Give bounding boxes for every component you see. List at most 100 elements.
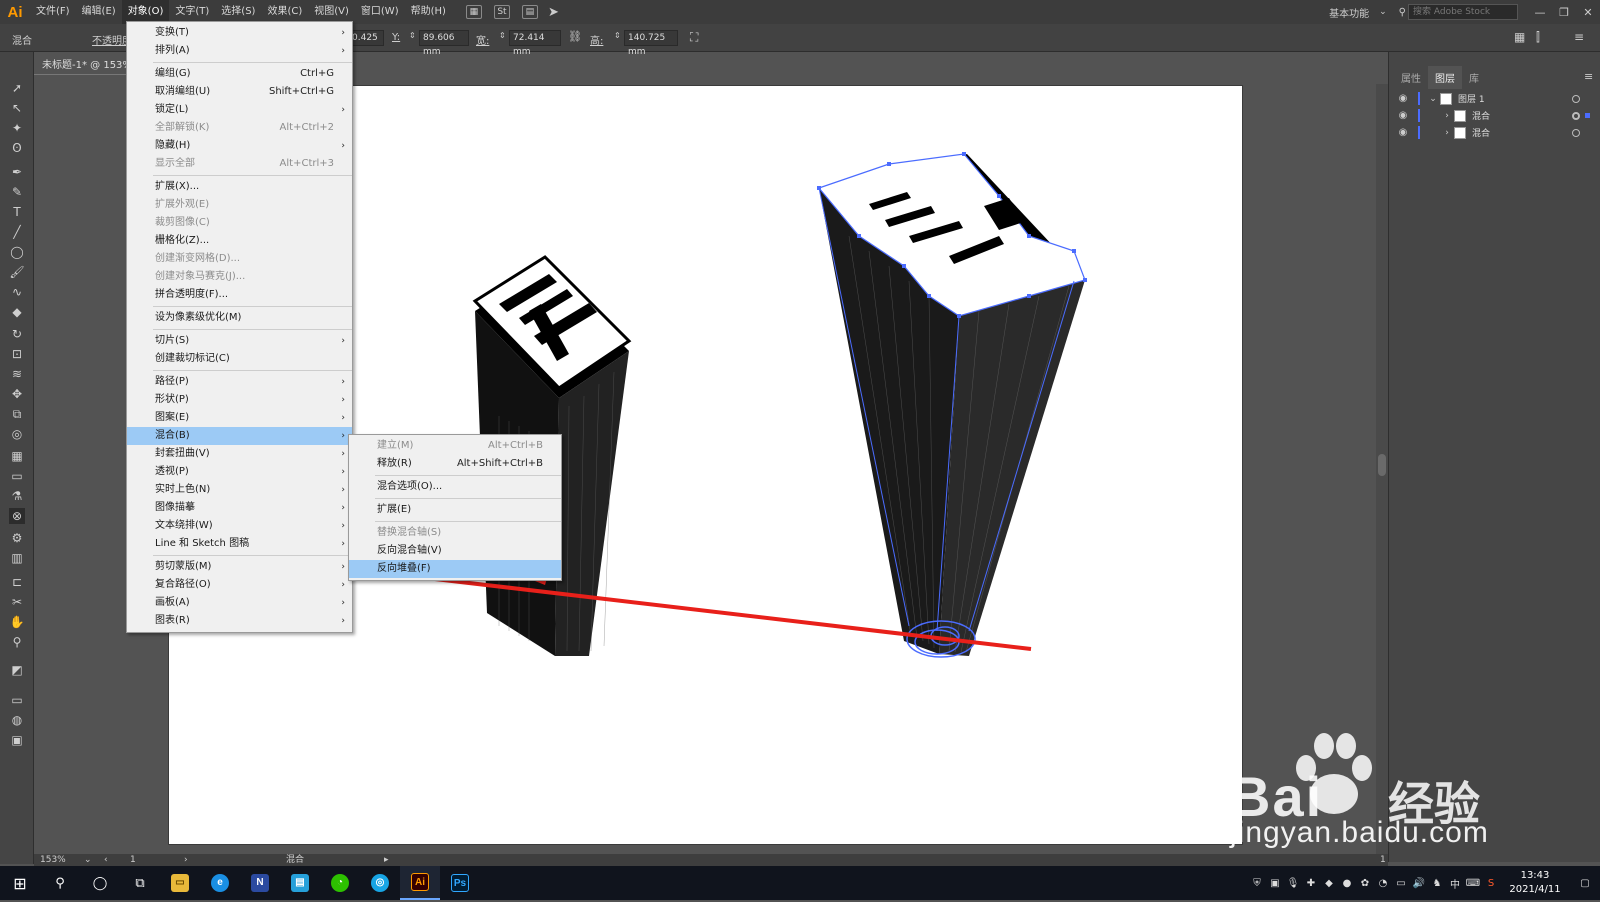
visibility-eye-icon[interactable]: ◉: [1394, 93, 1412, 104]
layer-name[interactable]: 混合: [1472, 109, 1490, 122]
blend-object-right[interactable]: [817, 152, 1087, 658]
puppet-warp-tool-icon[interactable]: ✥: [9, 386, 25, 402]
chevron-down-icon[interactable]: ⌄: [1379, 7, 1387, 17]
selection-tool-icon[interactable]: ➚: [9, 80, 25, 96]
layer-row[interactable]: ◉ ⌄ 图层 1: [1394, 90, 1594, 107]
line-tool-icon[interactable]: ╱: [9, 224, 25, 240]
menu-item[interactable]: 封套扭曲(V) ›: [127, 445, 352, 463]
taskbar-app-6[interactable]: ◎: [360, 866, 400, 900]
tab-layers[interactable]: 图层: [1428, 66, 1462, 89]
gradient-tool-icon[interactable]: ▭: [9, 468, 25, 484]
ellipse-tool-icon[interactable]: ◯: [9, 244, 25, 260]
h-stepper-icon[interactable]: ⇕: [614, 31, 621, 40]
drawing-mode-icon[interactable]: ◍: [9, 712, 25, 728]
chevron-right-icon[interactable]: ›: [1440, 111, 1454, 121]
paintbrush-tool-icon[interactable]: 🖌: [9, 264, 25, 280]
cortana-button[interactable]: ◯: [80, 866, 120, 900]
search-button[interactable]: ⚲: [40, 866, 80, 900]
taskbar-app-3[interactable]: N: [240, 866, 280, 900]
menu-item[interactable]: 剪切蒙版(M) ›: [127, 558, 352, 576]
layer-name[interactable]: 混合: [1472, 126, 1490, 139]
zoom-tool-icon[interactable]: ⚲: [9, 634, 25, 650]
bridge-icon[interactable]: ▦: [465, 5, 482, 19]
artboard-tool-icon[interactable]: ⊏: [9, 574, 25, 590]
visibility-eye-icon[interactable]: ◉: [1394, 127, 1412, 138]
rotate-tool-icon[interactable]: ↻: [9, 326, 25, 342]
target-circle-icon[interactable]: [1572, 128, 1580, 137]
status-menu-icon[interactable]: ▸: [384, 854, 389, 866]
slice-tool-icon[interactable]: ✂: [9, 594, 25, 610]
tray-app-icon[interactable]: ✚: [1302, 878, 1320, 889]
link-proportions-icon[interactable]: ⛓: [568, 30, 582, 43]
document-tab[interactable]: 未标题-1* @ 153%: [34, 57, 132, 75]
eyedropper-tool-icon[interactable]: ⚗: [9, 488, 25, 504]
stock-search-input[interactable]: 搜索 Adobe Stock: [1408, 4, 1518, 20]
menu-item[interactable]: 隐藏(H) ›: [127, 137, 352, 155]
menu-item[interactable]: 文本绕排(W) ›: [127, 517, 352, 535]
transform-icon[interactable]: ⛶: [690, 30, 698, 45]
menu-item[interactable]: 编组(G) Ctrl+G: [127, 65, 352, 83]
menu-item[interactable]: 复合路径(O) ›: [127, 576, 352, 594]
menu-edit[interactable]: 编辑(E): [76, 0, 122, 24]
artboard-next-icon[interactable]: ›: [184, 854, 188, 866]
zoom-level[interactable]: 153%: [40, 854, 66, 866]
menu-item[interactable]: 图像描摹 ›: [127, 499, 352, 517]
selection-indicator-icon[interactable]: [1585, 113, 1590, 118]
menu-item[interactable]: 设为像素级优化(M): [127, 309, 352, 327]
microphone-icon[interactable]: 🎙: [1284, 878, 1302, 889]
scale-tool-icon[interactable]: ⊡: [9, 346, 25, 362]
layer-row[interactable]: ◉ › 混合: [1394, 124, 1594, 141]
type-tool-icon[interactable]: T: [9, 204, 25, 220]
zoom-dropdown-icon[interactable]: ⌄: [84, 854, 92, 866]
shaper-tool-icon[interactable]: ∿: [9, 284, 25, 300]
menu-item[interactable]: 裁剪图像(C): [127, 214, 352, 232]
menu-item[interactable]: 建立(M) Alt+Ctrl+B: [349, 437, 561, 455]
target-circle-icon[interactable]: [1572, 111, 1580, 120]
taskbar-app-photoshop[interactable]: Ps: [440, 866, 480, 900]
menu-item[interactable]: 替换混合轴(S): [349, 524, 561, 542]
menu-item[interactable]: 图表(R) ›: [127, 612, 352, 630]
menu-item[interactable]: 实时上色(N) ›: [127, 481, 352, 499]
artboard-prev-icon[interactable]: ‹: [104, 854, 108, 866]
menu-item[interactable]: 取消编组(U) Shift+Ctrl+G: [127, 83, 352, 101]
tray-app-icon[interactable]: ✿: [1356, 878, 1374, 889]
tray-app-icon[interactable]: ●: [1338, 878, 1356, 889]
taskbar-app-edge[interactable]: e: [200, 866, 240, 900]
notification-icon[interactable]: ▢: [1570, 878, 1600, 889]
free-transform-tool-icon[interactable]: ⧉: [9, 406, 25, 422]
menu-file[interactable]: 文件(F): [30, 0, 76, 24]
wechat-tray-icon[interactable]: ◔: [1374, 878, 1392, 889]
blend-tool-icon[interactable]: ⊗: [9, 508, 25, 524]
menu-item[interactable]: 释放(R) Alt+Shift+Ctrl+B: [349, 455, 561, 473]
menu-item[interactable]: 切片(S) ›: [127, 332, 352, 350]
menu-item[interactable]: 扩展(E): [349, 501, 561, 519]
taskbar-app-4[interactable]: ▤: [280, 866, 320, 900]
keyboard-icon[interactable]: ⌨: [1464, 878, 1482, 889]
menu-item[interactable]: 混合选项(O)...: [349, 478, 561, 496]
menu-item[interactable]: 创建渐变网格(D)...: [127, 250, 352, 268]
menu-item[interactable]: 排列(A) ›: [127, 42, 352, 60]
hand-tool-icon[interactable]: ✋: [9, 614, 25, 630]
pen-tool-icon[interactable]: ✒: [9, 164, 25, 180]
menu-item[interactable]: Line 和 Sketch 图稿 ›: [127, 535, 352, 553]
minimize-icon[interactable]: —: [1528, 6, 1552, 19]
tray-app-icon[interactable]: ▣: [1266, 878, 1284, 889]
curvature-tool-icon[interactable]: ✎: [9, 184, 25, 200]
arrange-documents-icon[interactable]: ▤: [521, 5, 538, 19]
send-icon[interactable]: ➤: [548, 5, 559, 20]
visibility-eye-icon[interactable]: ◉: [1394, 110, 1412, 121]
ime-indicator[interactable]: 中: [1446, 876, 1464, 891]
menu-item[interactable]: 拼合透明度(F)...: [127, 286, 352, 304]
menu-item[interactable]: 显示全部 Alt+Ctrl+3: [127, 155, 352, 173]
color-mode-icon[interactable]: ▭: [9, 692, 25, 708]
panel-toggle-icon[interactable]: ▦: [1514, 30, 1525, 44]
menu-item[interactable]: 反向堆叠(F): [349, 560, 561, 578]
menu-item[interactable]: 混合(B) ›: [127, 427, 352, 445]
shield-icon[interactable]: ⛨: [1248, 878, 1266, 889]
x-field[interactable]: 0.425: [348, 30, 384, 46]
tray-app-icon[interactable]: ♞: [1428, 878, 1446, 889]
lasso-tool-icon[interactable]: ʘ: [9, 140, 25, 156]
task-view-button[interactable]: ⧉: [120, 866, 160, 900]
menu-item[interactable]: 变换(T) ›: [127, 24, 352, 42]
warp-tool-icon[interactable]: ≋: [9, 366, 25, 382]
